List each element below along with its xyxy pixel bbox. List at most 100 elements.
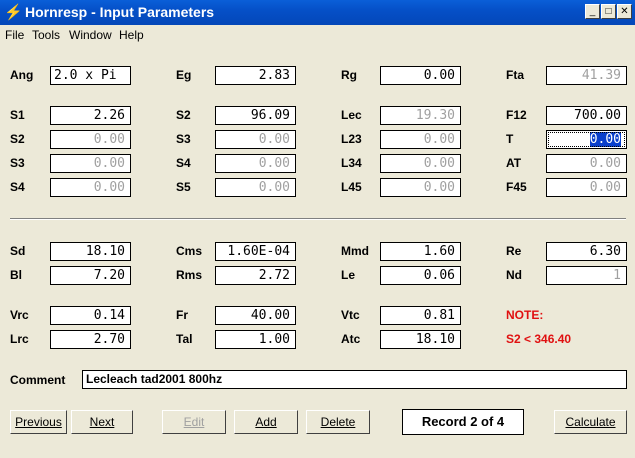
comment-label: Comment	[10, 373, 66, 387]
tal-label: Tal	[176, 332, 193, 346]
rms-field[interactable]: 2.72	[215, 266, 296, 285]
t-label: T	[506, 132, 514, 146]
sd-field[interactable]: 18.10	[50, 242, 131, 261]
s2-field[interactable]: 96.09	[215, 106, 296, 125]
minimize-button[interactable]: _	[585, 4, 600, 19]
f45-label: F45	[506, 180, 527, 194]
fta-label: Fta	[506, 68, 524, 82]
vrc-field[interactable]: 0.14	[50, 306, 131, 325]
nd-label: Nd	[506, 268, 522, 282]
title-bar: ⚡ Hornresp - Input Parameters _ □ ✕	[0, 0, 635, 25]
f45-field[interactable]: 0.00	[546, 178, 627, 197]
lrc-label: Lrc	[10, 332, 29, 346]
vtc-field[interactable]: 0.81	[380, 306, 461, 325]
next-button-label: Next	[89, 415, 115, 429]
edit-button[interactable]: Edit	[162, 410, 226, 434]
t-field-value: 0.00	[589, 132, 621, 147]
s4-label-2: S4	[10, 180, 25, 194]
comment-field[interactable]: Lecleach tad2001 800hz	[82, 370, 627, 389]
le-field[interactable]: 0.06	[380, 266, 461, 285]
sd-label: Sd	[10, 244, 26, 258]
note-title: NOTE:	[506, 308, 544, 322]
l34-label: L34	[341, 156, 362, 170]
s2-field-2[interactable]: 0.00	[50, 130, 131, 149]
maximize-icon: □	[605, 6, 612, 17]
menu-file[interactable]: File	[5, 28, 24, 42]
minimize-icon: _	[589, 6, 596, 17]
s2-label-2: S2	[10, 132, 25, 146]
l34-field[interactable]: 0.00	[380, 154, 461, 173]
menu-tools[interactable]: Tools	[32, 28, 60, 42]
delete-button[interactable]: Delete	[306, 410, 370, 434]
l23-label: L23	[341, 132, 362, 146]
calculate-button[interactable]: Calculate	[554, 410, 627, 434]
delete-button-label: Delete	[320, 415, 356, 429]
s3-label: S3	[176, 132, 191, 146]
f12-field[interactable]: 700.00	[546, 106, 627, 125]
lec-label: Lec	[341, 108, 362, 122]
ang-label: Ang	[10, 68, 34, 82]
window-title: Hornresp - Input Parameters	[25, 4, 215, 20]
at-field[interactable]: 0.00	[546, 154, 627, 173]
at-label: AT	[506, 156, 522, 170]
menu-bar: File Tools Window Help	[0, 25, 635, 45]
atc-field[interactable]: 18.10	[380, 330, 461, 349]
eg-field[interactable]: 2.83	[215, 66, 296, 85]
s2-label: S2	[176, 108, 191, 122]
cms-field[interactable]: 1.60E-04	[215, 242, 296, 261]
separator	[10, 218, 626, 220]
mmd-label: Mmd	[341, 244, 369, 258]
s3-field[interactable]: 0.00	[215, 130, 296, 149]
s1-label: S1	[10, 108, 25, 122]
rms-label: Rms	[176, 268, 203, 282]
rg-field[interactable]: 0.00	[380, 66, 461, 85]
atc-label: Atc	[341, 332, 361, 346]
fr-field[interactable]: 40.00	[215, 306, 296, 325]
ang-field[interactable]: 2.0 x Pi	[50, 66, 131, 85]
s3-field-2[interactable]: 0.00	[50, 154, 131, 173]
s4-field[interactable]: 0.00	[215, 154, 296, 173]
add-button[interactable]: Add	[234, 410, 298, 434]
tal-field[interactable]: 1.00	[215, 330, 296, 349]
f12-label: F12	[506, 108, 527, 122]
mmd-field[interactable]: 1.60	[380, 242, 461, 261]
maximize-button[interactable]: □	[601, 4, 616, 19]
s5-label: S5	[176, 180, 191, 194]
t-field[interactable]: 0.00	[546, 130, 627, 149]
re-field[interactable]: 6.30	[546, 242, 627, 261]
nd-field: 1	[546, 266, 627, 285]
s1-field[interactable]: 2.26	[50, 106, 131, 125]
le-label: Le	[341, 268, 356, 282]
lightning-icon: ⚡	[4, 4, 23, 21]
s4-field-2[interactable]: 0.00	[50, 178, 131, 197]
rg-label: Rg	[341, 68, 357, 82]
bl-label: Bl	[10, 268, 22, 282]
lec-field: 19.30	[380, 106, 461, 125]
next-button[interactable]: Next	[71, 410, 133, 434]
close-button[interactable]: ✕	[617, 4, 632, 19]
s5-field[interactable]: 0.00	[215, 178, 296, 197]
add-button-label: Add	[255, 415, 277, 429]
eg-label: Eg	[176, 68, 192, 82]
menu-window[interactable]: Window	[69, 28, 112, 42]
previous-button-label: Previous	[15, 415, 62, 429]
l23-field[interactable]: 0.00	[380, 130, 461, 149]
edit-button-label: Edit	[183, 415, 205, 429]
record-indicator: Record 2 of 4	[402, 409, 524, 435]
l45-field[interactable]: 0.00	[380, 178, 461, 197]
s4-label: S4	[176, 156, 191, 170]
menu-help[interactable]: Help	[119, 28, 144, 42]
s3-label-2: S3	[10, 156, 25, 170]
note-text: S2 < 346.40	[506, 332, 572, 346]
bl-field[interactable]: 7.20	[50, 266, 131, 285]
calculate-button-label: Calculate	[565, 415, 616, 429]
l45-label: L45	[341, 180, 362, 194]
re-label: Re	[506, 244, 522, 258]
fta-field: 41.39	[546, 66, 627, 85]
cms-label: Cms	[176, 244, 203, 258]
close-icon: ✕	[620, 6, 629, 17]
vtc-label: Vtc	[341, 308, 360, 322]
previous-button[interactable]: Previous	[10, 410, 67, 434]
fr-label: Fr	[176, 308, 188, 322]
lrc-field[interactable]: 2.70	[50, 330, 131, 349]
